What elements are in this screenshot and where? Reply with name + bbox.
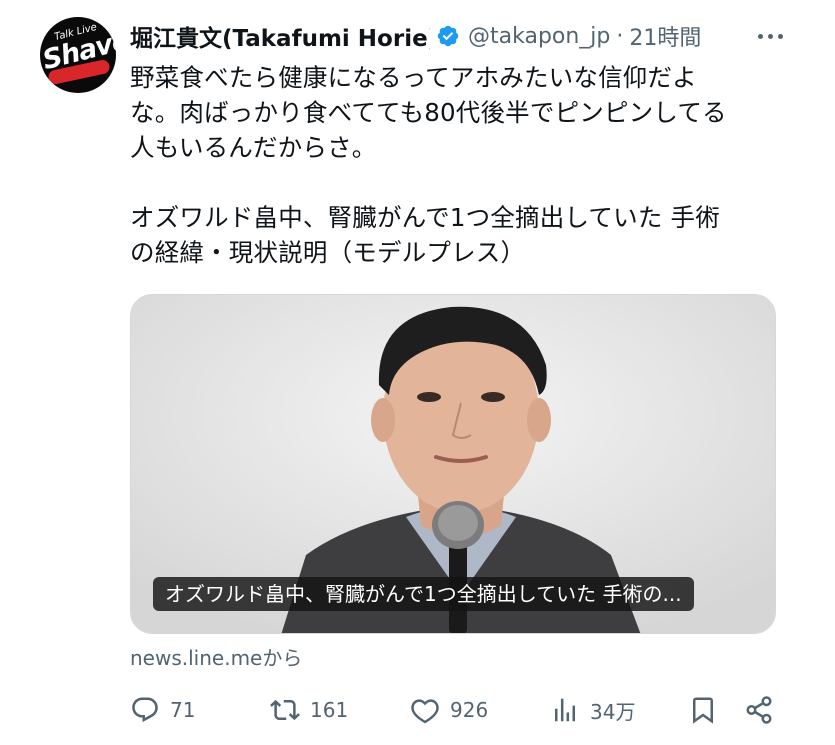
bookmark-icon xyxy=(693,697,713,724)
bookmark-button[interactable] xyxy=(688,690,718,730)
views-count: 34万 xyxy=(590,699,636,724)
share-button[interactable] xyxy=(744,690,774,730)
reply-button[interactable]: 71 xyxy=(130,690,195,730)
share-icon xyxy=(746,696,772,724)
link-source[interactable]: news.line.meから xyxy=(130,642,302,671)
action-bar: 71 161 926 34万 xyxy=(130,690,790,730)
like-count: 926 xyxy=(450,698,489,722)
timestamp[interactable]: 21時間 xyxy=(629,20,701,52)
link-card-image[interactable]: オズワルド畠中、腎臓がんで1つ全摘出していた 手術の... xyxy=(130,294,776,634)
verified-badge-icon xyxy=(437,25,459,47)
like-button[interactable]: 926 xyxy=(410,690,488,730)
retweet-icon xyxy=(270,699,300,721)
heart-icon xyxy=(411,699,439,724)
views-button[interactable]: 34万 xyxy=(550,690,635,730)
retweet-button[interactable]: 161 xyxy=(270,690,348,730)
user-handle[interactable]: @takapon_jp xyxy=(468,24,610,49)
analytics-bars-icon xyxy=(555,698,575,722)
retweet-count: 161 xyxy=(310,698,349,722)
tweet-header: 堀江貴文(Takafumi Horie) @takapon_jp · 21時間 xyxy=(130,20,790,52)
reply-count: 71 xyxy=(170,698,196,722)
link-card-caption: オズワルド畠中、腎臓がんで1つ全摘出していた 手術の... xyxy=(153,577,694,611)
avatar[interactable]: Talk Live Shave xyxy=(40,17,116,93)
tweet-text: 野菜食べたら健康になるってアホみたいな信仰だよ な。肉ばっかり食べてても80代後… xyxy=(130,63,727,267)
reply-icon xyxy=(132,697,158,723)
separator-dot: · xyxy=(616,23,624,49)
display-name[interactable]: 堀江貴文(Takafumi Horie) xyxy=(130,19,430,53)
more-options-icon[interactable] xyxy=(750,24,790,48)
